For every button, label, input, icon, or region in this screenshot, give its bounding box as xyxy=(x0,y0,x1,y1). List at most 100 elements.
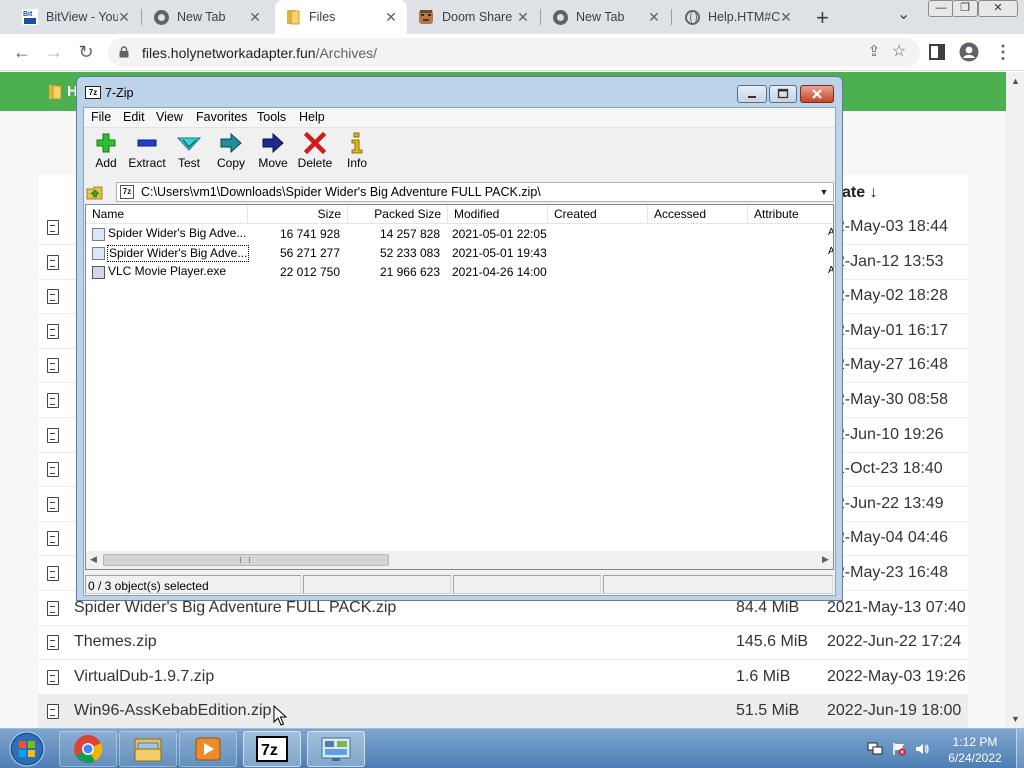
file-icon xyxy=(92,228,105,241)
archive-icon: 7z xyxy=(120,185,134,199)
delete-button[interactable]: Delete xyxy=(293,131,337,177)
test-button[interactable]: Test xyxy=(167,131,211,177)
clock-time: 1:12 PM xyxy=(952,735,998,749)
info-button[interactable]: Info xyxy=(335,131,379,177)
file-row[interactable]: Themes.zip 145.6 MiB 2022-Jun-22 17:24 xyxy=(38,626,968,660)
chrome-icon xyxy=(552,9,568,25)
system-clock[interactable]: 1:12 PM 6/24/2022 xyxy=(935,734,1015,766)
close-tab-icon[interactable]: ✕ xyxy=(646,9,662,25)
tab-bitview[interactable]: Bit BitView - You ✕ xyxy=(12,0,140,34)
archive-row-packed-size: 52 233 083 xyxy=(379,246,440,260)
move-button[interactable]: Move xyxy=(251,131,295,177)
minimize-button[interactable] xyxy=(737,85,767,103)
menu-help[interactable]: Help xyxy=(299,110,325,124)
close-button[interactable] xyxy=(800,85,834,103)
taskbar-7zip[interactable]: 7z xyxy=(243,731,301,767)
archive-file-list[interactable]: Name Size Packed Size Modified Created A… xyxy=(85,204,834,570)
tab-doom-share[interactable]: Doom Share ✕ xyxy=(408,0,539,34)
window-title: 7-Zip xyxy=(105,86,134,100)
parent-folder-icon[interactable] xyxy=(86,183,104,201)
taskbar-chrome[interactable] xyxy=(59,731,117,767)
copy-button[interactable]: Copy xyxy=(209,131,253,177)
taskbar-explorer[interactable] xyxy=(119,731,177,767)
menu-view[interactable]: View xyxy=(156,110,183,124)
side-panel-icon[interactable] xyxy=(926,41,948,63)
browser-tab-strip: Bit BitView - You ✕ New Tab ✕ Files ✕ Do… xyxy=(0,0,1024,34)
start-button[interactable] xyxy=(4,730,50,768)
tab-search-button[interactable]: ⌄ xyxy=(897,4,910,24)
selection-status: 0 / 3 object(s) selected xyxy=(88,579,209,593)
action-center-flag-icon[interactable] xyxy=(891,742,907,756)
tab-files[interactable]: Files ✕ xyxy=(275,0,407,34)
archive-row[interactable]: Spider Wider's Big Adve... 16 741 928 14… xyxy=(86,225,833,244)
menu-file[interactable]: File xyxy=(91,110,111,124)
sevenzip-title-bar[interactable]: 7z 7-Zip xyxy=(77,77,842,107)
column-header-packed-size[interactable]: Packed Size xyxy=(348,205,448,224)
close-tab-icon[interactable]: ✕ xyxy=(116,9,132,25)
scrollbar-thumb[interactable] xyxy=(103,554,389,566)
file-name-link[interactable]: Spider Wider's Big Adventure FULL PACK.z… xyxy=(74,599,396,617)
column-header-modified[interactable]: Modified xyxy=(448,205,548,224)
share-icon[interactable]: ⇪ xyxy=(863,41,885,63)
new-tab-button[interactable]: + xyxy=(816,5,829,31)
menu-kebab-icon[interactable]: ⋮ xyxy=(992,41,1014,63)
file-row[interactable]: Win96-AssKebabEdition.zip 51.5 MiB 2022-Ju… xyxy=(38,695,968,728)
scroll-up-icon[interactable]: ▲ xyxy=(1011,76,1020,86)
address-bar[interactable]: files.holynetworkadapter.fun/Archives/ xyxy=(108,38,920,67)
profile-avatar-icon[interactable] xyxy=(958,41,980,63)
dropdown-arrow-icon[interactable]: ▼ xyxy=(817,184,831,200)
page-scrollbar[interactable]: ▲ ▼ xyxy=(1006,72,1024,728)
column-header-created[interactable]: Created xyxy=(548,205,648,224)
network-tray-icon[interactable] xyxy=(867,742,883,756)
date-column-header[interactable]: ate ↓ xyxy=(842,184,878,202)
volume-tray-icon[interactable] xyxy=(914,742,930,756)
scroll-right-icon[interactable]: ▶ xyxy=(822,554,829,565)
file-row[interactable]: VirtualDub-1.9.7.zip 1.6 MiB 2022-May-03 1… xyxy=(38,661,968,695)
show-desktop-button[interactable] xyxy=(1016,729,1024,768)
taskbar-media-player[interactable] xyxy=(179,731,237,767)
menu-favorites[interactable]: Favorites xyxy=(196,110,247,124)
column-header-size[interactable]: Size xyxy=(248,205,348,224)
back-button[interactable]: ← xyxy=(11,41,33,63)
tab-new-tab-1[interactable]: New Tab ✕ xyxy=(143,0,271,34)
chrome-icon xyxy=(153,9,169,25)
archive-path-combobox[interactable]: 7z C:\Users\vm1\Downloads\Spider Wider's… xyxy=(116,182,834,202)
maximize-button[interactable] xyxy=(769,85,797,103)
archive-row[interactable]: Spider Wider's Big Adve... 56 271 277 52… xyxy=(86,244,833,263)
archive-row[interactable]: VLC Movie Player.exe 22 012 750 21 966 6… xyxy=(86,263,833,282)
close-tab-icon[interactable]: ✕ xyxy=(247,9,263,25)
close-tab-icon[interactable]: ✕ xyxy=(383,9,399,25)
menu-tools[interactable]: Tools xyxy=(257,110,286,124)
column-header-attributes[interactable]: Attribute xyxy=(748,205,833,224)
forward-button[interactable]: → xyxy=(43,41,65,63)
column-header-name[interactable]: Name xyxy=(86,205,248,224)
close-window-button[interactable]: ✕ xyxy=(978,0,1018,17)
tab-new-tab-2[interactable]: New Tab ✕ xyxy=(542,0,670,34)
reload-button[interactable]: ↻ xyxy=(75,41,97,63)
test-icon xyxy=(177,137,201,151)
bookmark-star-icon[interactable]: ☆ xyxy=(888,41,910,63)
minimize-window-button[interactable]: — xyxy=(928,0,954,17)
taskbar-control-panel[interactable] xyxy=(307,731,365,767)
tab-help[interactable]: Help.HTM#C ✕ xyxy=(674,0,802,34)
archive-row-size: 56 271 277 xyxy=(279,246,340,260)
restore-window-button[interactable]: ❐ xyxy=(952,0,978,17)
close-tab-icon[interactable]: ✕ xyxy=(778,9,794,25)
scroll-left-icon[interactable]: ◀ xyxy=(90,554,97,565)
file-name-link[interactable]: VirtualDub-1.9.7.zip xyxy=(74,668,214,686)
scroll-down-icon[interactable]: ▼ xyxy=(1011,714,1020,724)
file-name-link[interactable]: Themes.zip xyxy=(74,633,157,651)
mouse-cursor-icon xyxy=(273,705,287,726)
file-date: 22-May-02 18:28 xyxy=(827,287,948,304)
add-button[interactable]: Add xyxy=(84,131,128,177)
menu-bar: File Edit View Favorites Tools Help xyxy=(84,108,835,128)
tab-divider xyxy=(141,9,142,25)
column-header-accessed[interactable]: Accessed xyxy=(648,205,748,224)
doom-icon xyxy=(418,9,434,25)
horizontal-scrollbar[interactable]: ◀ ▶ xyxy=(86,551,833,569)
close-tab-icon[interactable]: ✕ xyxy=(515,9,531,25)
extract-button[interactable]: Extract xyxy=(125,131,169,177)
file-name-link[interactable]: Win96-AssKebabEdition.zip xyxy=(74,702,271,720)
menu-edit[interactable]: Edit xyxy=(123,110,145,124)
file-icon xyxy=(47,324,59,339)
